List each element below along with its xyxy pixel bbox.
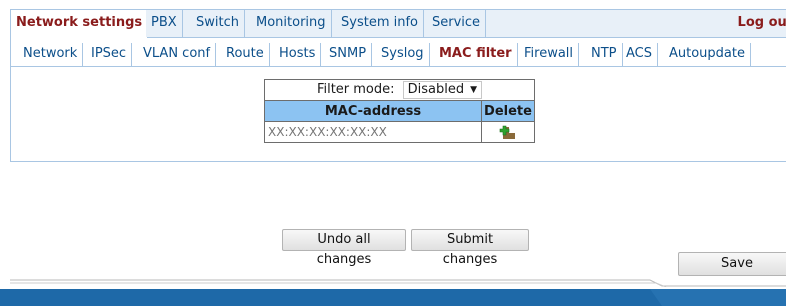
mac-input-cell [264,121,482,143]
logout-link[interactable]: Log out [738,10,786,36]
footer-bar [0,289,786,306]
tab-divider [11,66,786,67]
subtab-network[interactable]: Network [18,43,84,66]
tab-switch[interactable]: Switch [191,10,245,37]
column-header-delete: Delete [481,100,535,122]
mac-address-input[interactable] [265,123,481,141]
subtab-vlan-conf[interactable]: VLAN conf [138,43,217,66]
tab-network-settings[interactable]: Network settings [11,10,149,38]
filter-mode-label: Filter mode: [316,82,395,97]
save-button[interactable]: Save [678,252,786,276]
footer-wave [650,289,786,306]
filter-mode-value: Disabled [407,82,465,97]
column-header-mac: MAC-address [264,100,482,122]
filter-mode-select[interactable]: Disabled ▼ [402,81,483,99]
subtab-route[interactable]: Route [221,43,270,66]
tab-system-info[interactable]: System info [336,10,424,37]
subtab-syslog[interactable]: Syslog [376,43,430,66]
tab-monitoring[interactable]: Monitoring [251,10,332,37]
footer-lines [10,279,786,287]
main-tab-bar: Network settings PBX Switch Monitoring S… [11,10,786,38]
subtab-firewall[interactable]: Firewall [519,43,580,66]
subtab-acs[interactable]: ACS [621,43,658,66]
filter-mode-row: Filter mode: Disabled ▼ [264,79,535,101]
subtab-autoupdate[interactable]: Autoupdate [664,43,751,66]
subtab-hosts[interactable]: Hosts [274,43,322,66]
chevron-down-icon: ▼ [470,85,478,95]
mac-filter-table: Filter mode: Disabled ▼ MAC-address Delet… [264,79,535,143]
subtab-snmp[interactable]: SNMP [324,43,373,66]
subtab-ntp[interactable]: NTP [586,43,623,66]
add-entry-icon[interactable] [498,123,518,141]
subtab-mac-filter[interactable]: MAC filter [434,43,518,66]
submit-changes-button[interactable]: Submit changes [411,229,529,267]
tab-service[interactable]: Service [427,10,487,37]
sub-tab-bar: Network IPSec VLAN conf Route Hosts SNMP… [11,38,786,67]
tab-pbx[interactable]: PBX [146,10,183,37]
add-cell [481,121,535,143]
undo-all-changes-button[interactable]: Undo all changes [282,229,406,267]
subtab-ipsec[interactable]: IPSec [86,43,133,66]
